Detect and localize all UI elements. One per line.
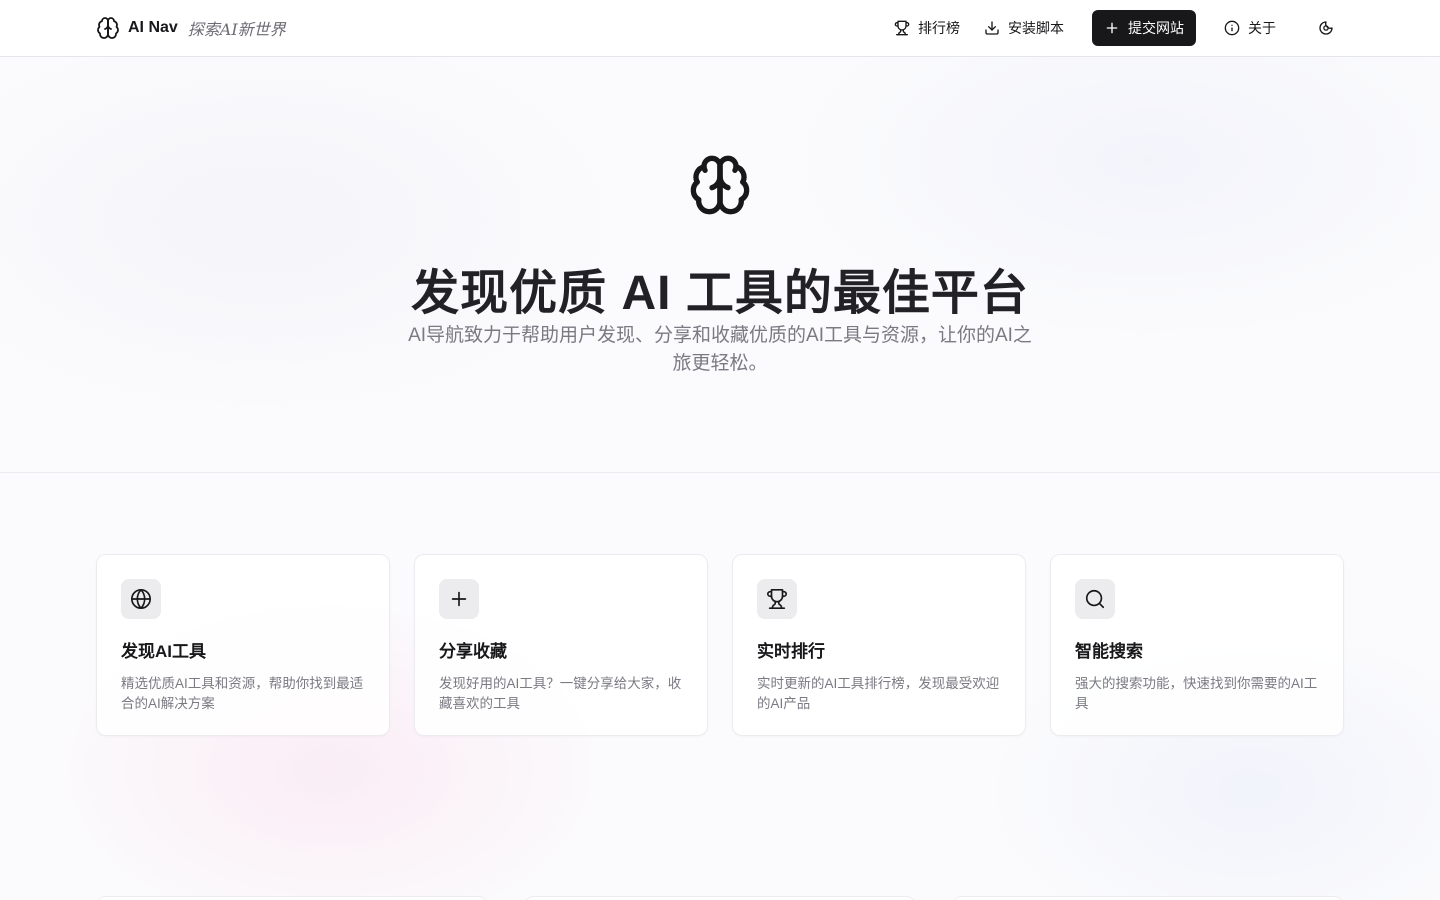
nav-install-link[interactable]: 安装脚本: [972, 10, 1076, 46]
feature-icon-box: [757, 579, 797, 619]
plus-icon: [451, 591, 467, 607]
nav-install-label: 安装脚本: [1008, 20, 1064, 36]
submit-site-button[interactable]: 提交网站: [1092, 10, 1196, 46]
info-icon: [1224, 20, 1240, 36]
theme-toggle-icon: [1319, 21, 1333, 35]
trophy-icon: [894, 20, 910, 36]
feature-title: 实时排行: [757, 642, 825, 661]
feature-icon-box: [439, 579, 479, 619]
feature-description: 精选优质AI工具和资源，帮助你找到最适合的AI解决方案: [121, 676, 364, 711]
nav-ranking-label: 排行榜: [918, 20, 960, 36]
hero-section: 发现优质 AI 工具的最佳平台 AI导航致力于帮助用户发现、分享和收藏优质的AI…: [0, 57, 1440, 473]
list-card-peek: [524, 896, 916, 900]
brain-icon: [97, 17, 119, 39]
feature-description: 强大的搜索功能，快速找到你需要的AI工具: [1075, 676, 1318, 711]
theme-toggle-button[interactable]: [1308, 10, 1344, 46]
globe-icon: [131, 589, 151, 609]
feature-card-discover: 发现AI工具 精选优质AI工具和资源，帮助你找到最适合的AI解决方案: [96, 554, 390, 736]
list-card-peek: [96, 896, 488, 900]
nav-about-link[interactable]: 关于: [1212, 10, 1288, 46]
feature-title: 分享收藏: [439, 642, 507, 661]
hero-title: 发现优质 AI 工具的最佳平台: [411, 267, 1029, 320]
feature-card-ranking: 实时排行 实时更新的AI工具排行榜，发现最受欢迎的AI产品: [732, 554, 1026, 736]
main-nav: 排行榜 安装脚本 提交网站 关于: [882, 10, 1344, 46]
feature-icon-box: [1075, 579, 1115, 619]
feature-title: 发现AI工具: [121, 642, 206, 661]
list-card-peek: [952, 896, 1344, 900]
trophy-icon: [767, 589, 787, 609]
nav-about-label: 关于: [1248, 20, 1276, 36]
brain-icon: [690, 155, 750, 215]
submit-site-label: 提交网站: [1128, 20, 1184, 36]
feature-card-search: 智能搜索 强大的搜索功能，快速找到你需要的AI工具: [1050, 554, 1344, 736]
brand-tagline: 探索AI新世界: [187, 20, 286, 39]
feature-icon-box: [121, 579, 161, 619]
download-icon: [985, 21, 999, 35]
page: AI Nav 探索AI新世界 排行榜 安装脚本 提交网站 关于 发现优质 AI …: [0, 0, 1440, 900]
feature-title: 智能搜索: [1075, 642, 1143, 661]
hero-subtitle: AI导航致力于帮助用户发现、分享和收藏优质的AI工具与资源，让你的AI之旅更轻松…: [408, 325, 1032, 374]
feature-description: 发现好用的AI工具？一键分享给大家，收藏喜欢的工具: [439, 676, 682, 711]
top-navbar: AI Nav 探索AI新世界 排行榜 安装脚本 提交网站 关于: [0, 0, 1440, 57]
brand-name: AI Nav: [128, 19, 178, 36]
brand-logo-link[interactable]: AI Nav 探索AI新世界: [96, 15, 286, 41]
feature-card-share: 分享收藏 发现好用的AI工具？一键分享给大家，收藏喜欢的工具: [414, 554, 708, 736]
features-grid: 发现AI工具 精选优质AI工具和资源，帮助你找到最适合的AI解决方案 分享收藏 …: [96, 554, 1344, 736]
plus-icon: [1106, 22, 1118, 34]
nav-ranking-link[interactable]: 排行榜: [882, 10, 972, 46]
search-icon: [1085, 589, 1105, 609]
feature-description: 实时更新的AI工具排行榜，发现最受欢迎的AI产品: [757, 676, 1000, 711]
